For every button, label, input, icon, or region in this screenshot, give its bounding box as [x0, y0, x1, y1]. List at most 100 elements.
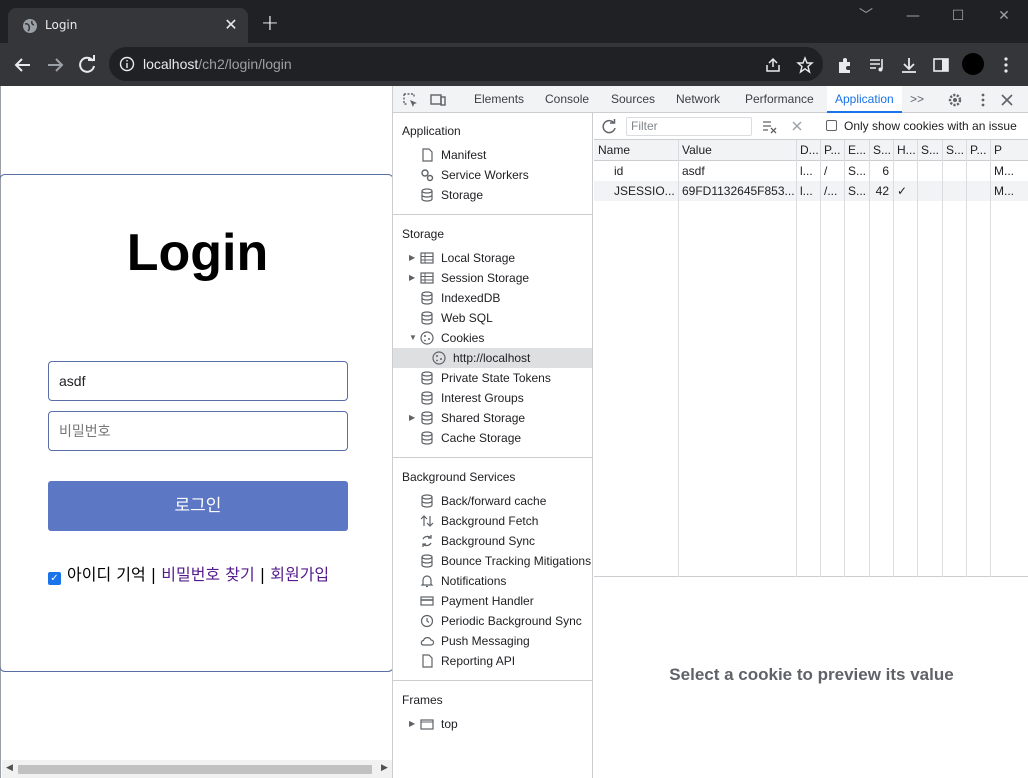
tab-close-icon[interactable]: ✕: [222, 16, 240, 34]
clear-filtered-icon[interactable]: [761, 118, 778, 135]
sidebar-item-web-sql[interactable]: Web SQL: [393, 308, 592, 328]
horizontal-scrollbar[interactable]: ◀ ▶: [2, 760, 392, 778]
table-cell[interactable]: l...: [796, 161, 820, 181]
table-cell[interactable]: M...: [990, 181, 1028, 201]
site-info-icon[interactable]: [119, 56, 135, 72]
sidebar-item-storage[interactable]: Storage: [393, 185, 592, 205]
column-header-size[interactable]: S...: [869, 140, 893, 160]
maximize-icon[interactable]: ☐: [943, 6, 973, 26]
table-cell[interactable]: ✓: [893, 181, 917, 201]
back-arrow-icon[interactable]: [10, 52, 36, 78]
id-input[interactable]: asdf: [48, 361, 348, 401]
sidebar-item-push-messaging[interactable]: Push Messaging: [393, 631, 592, 651]
tab-search-icon[interactable]: ﹀: [851, 6, 881, 26]
expand-triangle-icon[interactable]: ▶: [409, 714, 415, 734]
scroll-right-icon[interactable]: ▶: [381, 763, 388, 773]
column-header-secure[interactable]: S...: [917, 140, 942, 160]
table-cell[interactable]: S...: [844, 181, 869, 201]
tab-application[interactable]: Application: [827, 86, 902, 113]
sidebar-item-localhost-cookies[interactable]: http://localhost: [393, 348, 592, 368]
tab-performance[interactable]: Performance: [745, 86, 814, 113]
devtools-close-icon[interactable]: [998, 91, 1016, 109]
only-issues-checkbox[interactable]: [826, 120, 837, 131]
sidebar-item-private-state-tokens[interactable]: Private State Tokens: [393, 368, 592, 388]
sidebar-item-background-sync[interactable]: Background Sync: [393, 531, 592, 551]
sidebar-item-payment-handler[interactable]: Payment Handler: [393, 591, 592, 611]
table-cell[interactable]: 42: [869, 181, 893, 201]
sidebar-item-cache-storage[interactable]: Cache Storage: [393, 428, 592, 448]
tab-network[interactable]: Network: [676, 86, 720, 113]
profile-avatar[interactable]: [962, 53, 984, 75]
table-cell[interactable]: M...: [990, 161, 1028, 181]
find-password-link[interactable]: 비밀번호 찾기: [161, 565, 254, 584]
column-header-expires[interactable]: E...: [844, 140, 869, 160]
minimize-icon[interactable]: —: [898, 6, 928, 26]
expand-triangle-icon[interactable]: ▶: [409, 248, 415, 268]
sidebar-item-service-workers[interactable]: Service Workers: [393, 165, 592, 185]
column-header-value[interactable]: Value: [678, 140, 796, 160]
column-header-name[interactable]: Name: [594, 140, 678, 160]
table-cell[interactable]: [893, 161, 917, 181]
column-header-samesite[interactable]: S...: [942, 140, 966, 160]
forward-arrow-icon[interactable]: [42, 52, 68, 78]
sidebar-item-session-storage[interactable]: ▶ Session Storage: [393, 268, 592, 288]
column-header-domain[interactable]: D...: [796, 140, 820, 160]
sidebar-item-reporting-api[interactable]: Reporting API: [393, 651, 592, 671]
table-cell[interactable]: id: [610, 161, 678, 181]
signup-link[interactable]: 회원가입: [270, 565, 329, 584]
column-header-priority[interactable]: P: [990, 140, 1028, 160]
inspect-element-icon[interactable]: [401, 91, 419, 109]
scrollbar-thumb[interactable]: [18, 765, 372, 774]
tab-elements[interactable]: Elements: [474, 86, 524, 113]
sidebar-item-indexeddb[interactable]: IndexedDB: [393, 288, 592, 308]
menu-kebab-icon[interactable]: [996, 55, 1016, 75]
collapse-triangle-icon[interactable]: ▼: [409, 328, 417, 348]
refresh-icon[interactable]: [601, 118, 618, 135]
delete-selected-icon[interactable]: [790, 119, 804, 133]
expand-triangle-icon[interactable]: ▶: [409, 408, 415, 428]
download-icon[interactable]: [899, 55, 919, 75]
share-icon[interactable]: [764, 56, 782, 74]
window-close-icon[interactable]: ✕: [989, 6, 1019, 26]
bookmark-star-icon[interactable]: [796, 56, 814, 74]
table-cell[interactable]: 6: [869, 161, 893, 181]
column-header-httponly[interactable]: H...: [893, 140, 917, 160]
password-input[interactable]: 비밀번호: [48, 411, 348, 451]
more-tabs-icon[interactable]: >>: [910, 86, 924, 113]
table-cell[interactable]: 69FD1132645F853...: [678, 181, 796, 201]
sidebar-item-manifest[interactable]: Manifest: [393, 145, 592, 165]
login-button[interactable]: 로그인: [48, 481, 348, 531]
table-cell[interactable]: JSESSIO...: [610, 181, 678, 201]
reload-icon[interactable]: [74, 52, 100, 78]
side-panel-icon[interactable]: [931, 55, 951, 75]
new-tab-button[interactable]: +: [259, 13, 281, 35]
device-toolbar-icon[interactable]: [429, 91, 447, 109]
tab-console[interactable]: Console: [545, 86, 589, 113]
sidebar-item-periodic-background-sync[interactable]: Periodic Background Sync: [393, 611, 592, 631]
table-cell[interactable]: /...: [820, 181, 844, 201]
sidebar-item-notifications[interactable]: Notifications: [393, 571, 592, 591]
tab-sources[interactable]: Sources: [611, 86, 655, 113]
sidebar-item-local-storage[interactable]: ▶ Local Storage: [393, 248, 592, 268]
remember-checkbox[interactable]: ✓: [48, 572, 61, 585]
column-header-path[interactable]: P...: [820, 140, 844, 160]
table-cell[interactable]: S...: [844, 161, 869, 181]
sidebar-item-bounce-tracking[interactable]: Bounce Tracking Mitigations: [393, 551, 592, 571]
table-cell[interactable]: asdf: [678, 161, 796, 181]
sidebar-item-shared-storage[interactable]: ▶ Shared Storage: [393, 408, 592, 428]
table-cell[interactable]: /: [820, 161, 844, 181]
media-controls-icon[interactable]: [867, 55, 887, 75]
devtools-menu-icon[interactable]: [974, 91, 992, 109]
table-cell[interactable]: l...: [796, 181, 820, 201]
filter-input[interactable]: Filter: [626, 117, 752, 136]
sidebar-item-back-forward-cache[interactable]: Back/forward cache: [393, 491, 592, 511]
settings-gear-icon[interactable]: [946, 91, 964, 109]
scroll-left-icon[interactable]: ◀: [6, 763, 13, 773]
extensions-icon[interactable]: [835, 55, 855, 75]
sidebar-item-interest-groups[interactable]: Interest Groups: [393, 388, 592, 408]
sidebar-item-background-fetch[interactable]: Background Fetch: [393, 511, 592, 531]
sidebar-item-cookies[interactable]: ▼ Cookies: [393, 328, 592, 348]
address-bar[interactable]: localhost/ch2/login/login: [109, 47, 823, 81]
browser-tab[interactable]: Login ✕: [8, 8, 248, 43]
column-header-partition[interactable]: P...: [966, 140, 990, 160]
